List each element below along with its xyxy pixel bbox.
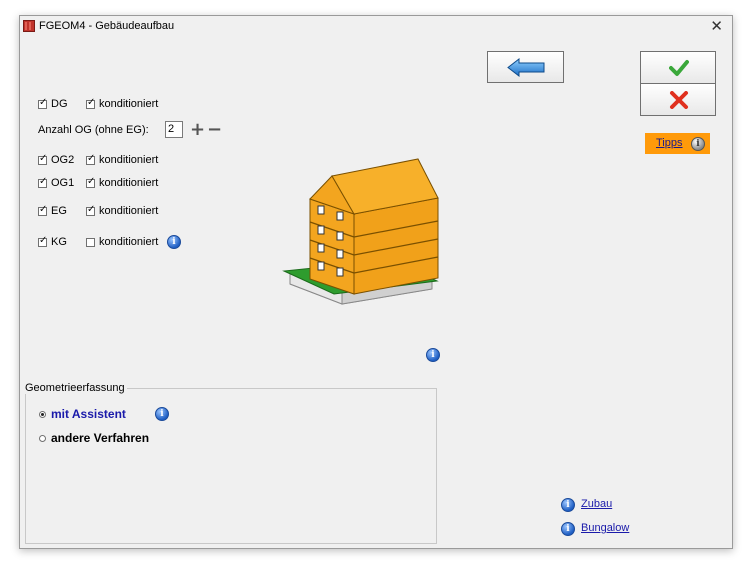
building-illustration — [282, 158, 439, 305]
og2-conditioned-checkbox[interactable] — [86, 153, 95, 165]
dg-checkbox[interactable] — [38, 97, 47, 109]
kg-conditioned-label: konditioniert — [99, 236, 159, 248]
og1-conditioned-checkbox[interactable] — [86, 176, 95, 188]
tipps-info-icon: i — [691, 137, 705, 151]
building-info-icon[interactable]: i — [426, 348, 440, 362]
window-title: FGEOM4 - Gebäudeaufbau — [39, 20, 175, 32]
other-method-radio[interactable] — [39, 435, 46, 442]
dialog-window: FGEOM4 - Gebäudeaufbau ✕ DG konditionier… — [19, 15, 733, 549]
dg-conditioned-label: konditioniert — [99, 98, 159, 110]
geometry-group-title: Geometrieerfassung — [23, 382, 127, 394]
assistant-label: mit Assistent — [51, 407, 126, 421]
arrow-left-icon — [507, 58, 545, 77]
dg-conditioned-checkbox[interactable] — [86, 97, 95, 109]
back-button[interactable] — [487, 51, 564, 83]
eg-checkbox[interactable] — [38, 204, 47, 216]
kg-label: KG — [51, 236, 67, 248]
minus-icon[interactable]: − — [207, 121, 222, 139]
ok-button[interactable] — [640, 51, 716, 85]
titlebar: FGEOM4 - Gebäudeaufbau ✕ — [20, 16, 732, 38]
bungalow-link[interactable]: Bungalow — [581, 522, 629, 534]
kg-conditioned-checkbox[interactable] — [86, 238, 95, 247]
assistant-radio[interactable] — [39, 411, 46, 418]
eg-label: EG — [51, 205, 67, 217]
zubau-info-icon[interactable]: i — [561, 498, 575, 512]
og-count-label: Anzahl OG (ohne EG): — [38, 124, 149, 136]
checkmark-icon — [669, 60, 689, 76]
og1-conditioned-label: konditioniert — [99, 177, 159, 189]
close-icon[interactable]: ✕ — [710, 17, 723, 35]
kg-checkbox[interactable] — [38, 235, 47, 247]
og1-label: OG1 — [51, 177, 75, 189]
dg-label: DG — [51, 98, 68, 110]
tipps-label: Tipps — [656, 137, 683, 149]
eg-conditioned-label: konditioniert — [99, 205, 159, 217]
og2-checkbox[interactable] — [38, 153, 47, 165]
cross-icon — [670, 91, 688, 109]
bungalow-info-icon[interactable]: i — [561, 522, 575, 536]
og-count-input[interactable]: 2 — [165, 121, 183, 138]
cancel-button[interactable] — [640, 83, 716, 116]
eg-conditioned-checkbox[interactable] — [86, 204, 95, 216]
app-icon — [23, 20, 35, 32]
og1-checkbox[interactable] — [38, 176, 47, 188]
tipps-button[interactable]: Tipps i — [645, 133, 710, 154]
other-method-label: andere Verfahren — [51, 431, 150, 445]
og2-label: OG2 — [51, 154, 75, 166]
plus-icon[interactable]: + — [190, 121, 205, 139]
assistant-info-icon[interactable]: i — [155, 407, 169, 421]
kg-info-icon[interactable]: i — [167, 235, 181, 249]
zubau-link[interactable]: Zubau — [581, 498, 612, 510]
og2-conditioned-label: konditioniert — [99, 154, 159, 166]
